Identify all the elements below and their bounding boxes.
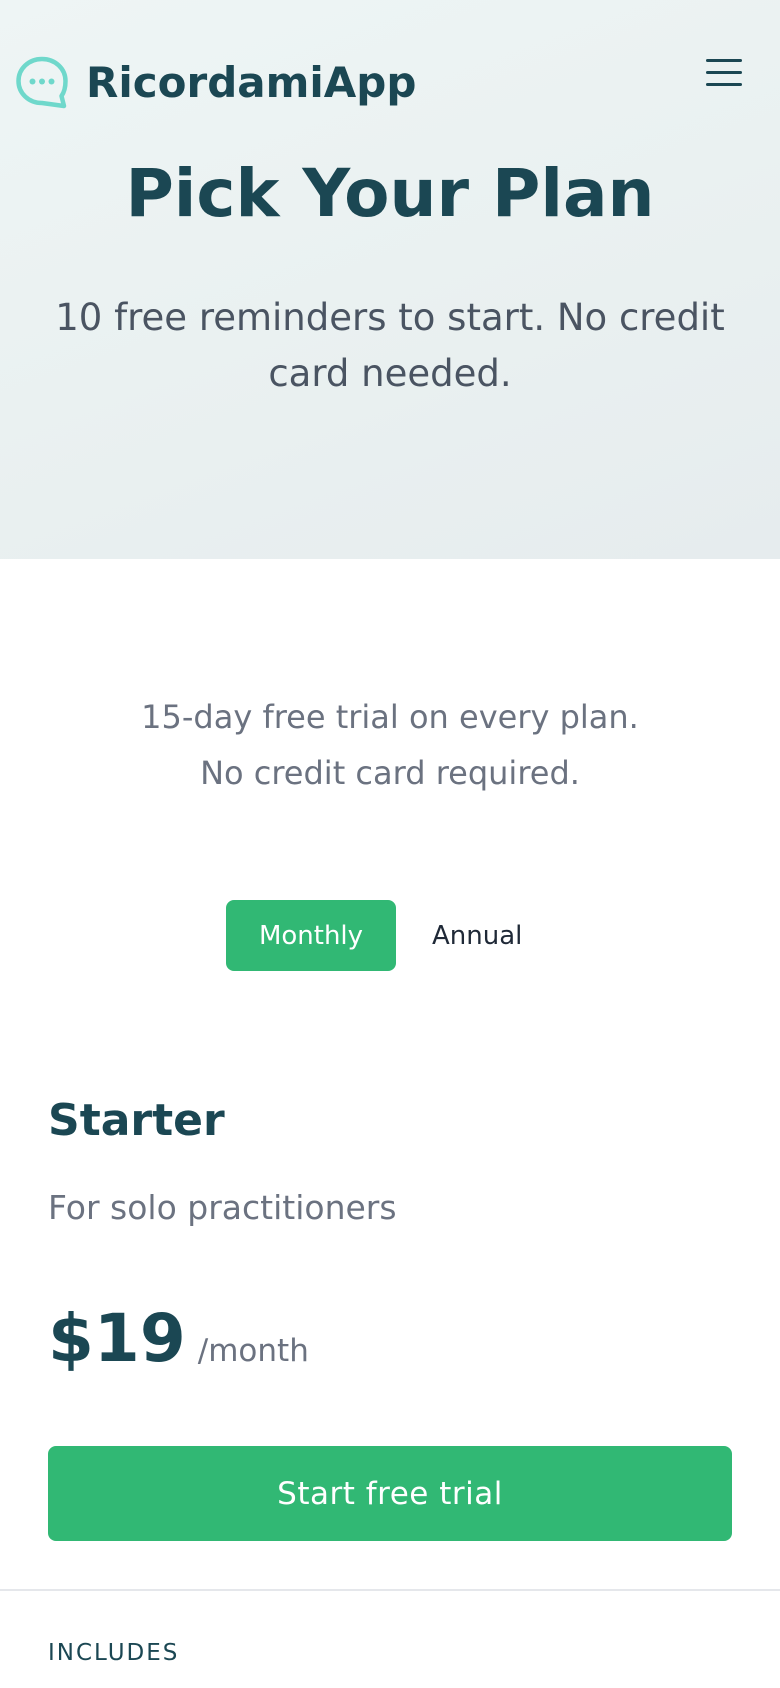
brand-name: RicordamiApp	[86, 57, 417, 107]
billing-annual-option[interactable]: Annual	[432, 921, 522, 951]
hero-section: RicordamiApp Pick Your Plan 10 free remi…	[0, 0, 780, 559]
billing-toggle: Monthly Annual	[226, 900, 522, 971]
price-amount: $19	[48, 1300, 186, 1377]
brand-logo[interactable]: RicordamiApp	[14, 54, 416, 110]
plan-description: For solo practitioners	[48, 1188, 397, 1227]
trial-note-line-1: 15-day free trial on every plan.	[141, 698, 639, 736]
menu-bar	[706, 59, 742, 62]
hero-subtitle: 10 free reminders to start. No credit ca…	[55, 296, 725, 395]
price-period: /month	[197, 1333, 309, 1369]
chat-bubble-icon	[16, 56, 68, 109]
trial-note: 15-day free trial on every plan. No cred…	[60, 689, 720, 801]
plan-price: $19 /month	[48, 1300, 309, 1377]
trial-note-line-2: No credit card required.	[200, 754, 580, 792]
billing-monthly-option[interactable]: Monthly	[226, 900, 396, 971]
divider	[0, 1589, 780, 1591]
hamburger-menu-icon[interactable]	[700, 52, 748, 92]
includes-heading: INCLUDES	[48, 1640, 180, 1666]
menu-bar	[706, 83, 742, 86]
page-title: Pick Your Plan	[125, 155, 655, 232]
start-free-trial-button[interactable]: Start free trial	[48, 1446, 732, 1541]
menu-bar	[706, 71, 742, 74]
plan-name: Starter	[48, 1095, 225, 1146]
